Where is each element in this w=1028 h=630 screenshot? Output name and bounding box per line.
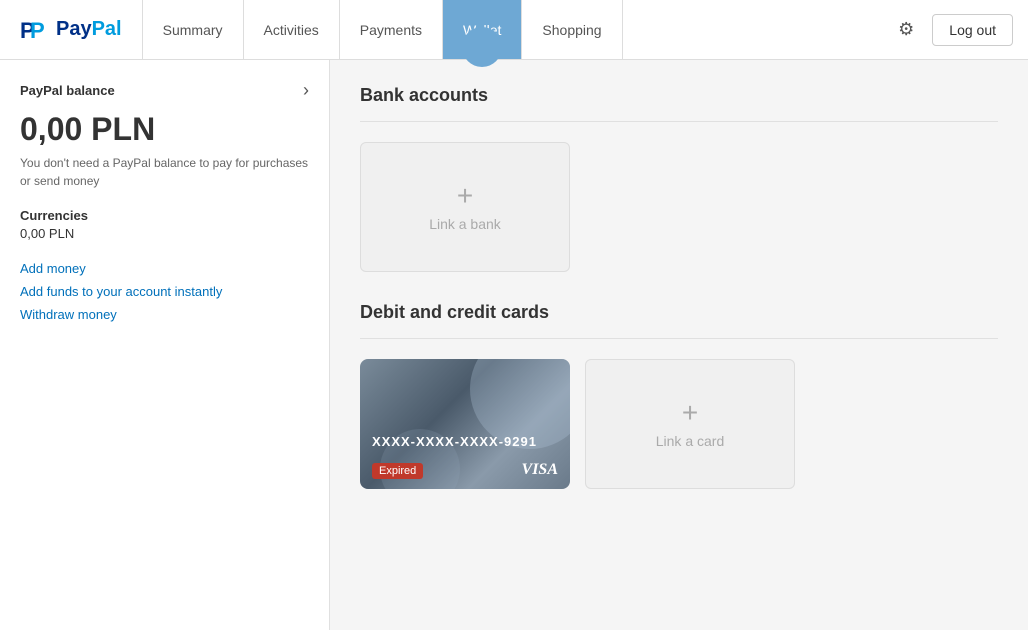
- link-bank-plus-icon: +: [457, 182, 473, 210]
- paypal-logo[interactable]: P P PayPal: [20, 14, 122, 46]
- bank-accounts-title: Bank accounts: [360, 85, 998, 106]
- balance-note: You don't need a PayPal balance to pay f…: [20, 154, 309, 190]
- link-card-plus-icon: +: [682, 399, 698, 427]
- link-bank-card[interactable]: + Link a bank: [360, 142, 570, 272]
- link-bank-label: Link a bank: [429, 216, 501, 232]
- paypal-logo-icon: P P: [20, 14, 52, 46]
- logo-area: P P PayPal: [0, 0, 143, 59]
- link-card-label: Link a card: [656, 433, 724, 449]
- nav-item-payments[interactable]: Payments: [340, 0, 443, 59]
- main-layout: PayPal balance › 0,00 PLN You don't need…: [0, 60, 1028, 630]
- nav-item-activities[interactable]: Activities: [244, 0, 340, 59]
- add-funds-link[interactable]: Add funds to your account instantly: [20, 284, 309, 299]
- main-nav: Summary Activities Payments Wallet Shopp…: [143, 0, 876, 59]
- currencies-title: Currencies: [20, 208, 309, 223]
- bank-cards-row: + Link a bank: [360, 142, 998, 272]
- content-area: Bank accounts + Link a bank Debit and cr…: [330, 60, 1028, 630]
- card-expired-badge: Expired: [372, 463, 423, 479]
- settings-button[interactable]: ⚙: [890, 11, 922, 48]
- balance-amount: 0,00 PLN: [20, 111, 309, 148]
- debit-cards-row: XXXX-XXXX-XXXX-9291 Expired VISA + Link …: [360, 359, 998, 489]
- header: P P PayPal Summary Activities Payments W…: [0, 0, 1028, 60]
- nav-item-wallet[interactable]: Wallet: [443, 0, 522, 59]
- sidebar-links: Add money Add funds to your account inst…: [20, 261, 309, 322]
- debit-credit-title: Debit and credit cards: [360, 302, 998, 323]
- nav-item-summary[interactable]: Summary: [143, 0, 244, 59]
- card-number: XXXX-XXXX-XXXX-9291: [372, 434, 537, 449]
- balance-arrow-icon[interactable]: ›: [303, 80, 309, 101]
- link-card-button[interactable]: + Link a card: [585, 359, 795, 489]
- logo-text: PayPal: [56, 18, 122, 41]
- withdraw-money-link[interactable]: Withdraw money: [20, 307, 309, 322]
- balance-title: PayPal balance: [20, 83, 115, 98]
- existing-credit-card[interactable]: XXXX-XXXX-XXXX-9291 Expired VISA: [360, 359, 570, 489]
- gear-icon: ⚙: [898, 19, 914, 39]
- currencies-value: 0,00 PLN: [20, 226, 309, 241]
- bank-section-divider: [360, 121, 998, 122]
- balance-header: PayPal balance ›: [20, 80, 309, 101]
- svg-text:P: P: [30, 18, 45, 43]
- sidebar: PayPal balance › 0,00 PLN You don't need…: [0, 60, 330, 630]
- logout-button[interactable]: Log out: [932, 14, 1013, 46]
- debit-section-divider: [360, 338, 998, 339]
- header-right: ⚙ Log out: [875, 0, 1028, 59]
- add-money-link[interactable]: Add money: [20, 261, 309, 276]
- card-brand-logo: VISA: [522, 461, 558, 479]
- nav-item-shopping[interactable]: Shopping: [522, 0, 622, 59]
- currencies-section: Currencies 0,00 PLN: [20, 208, 309, 241]
